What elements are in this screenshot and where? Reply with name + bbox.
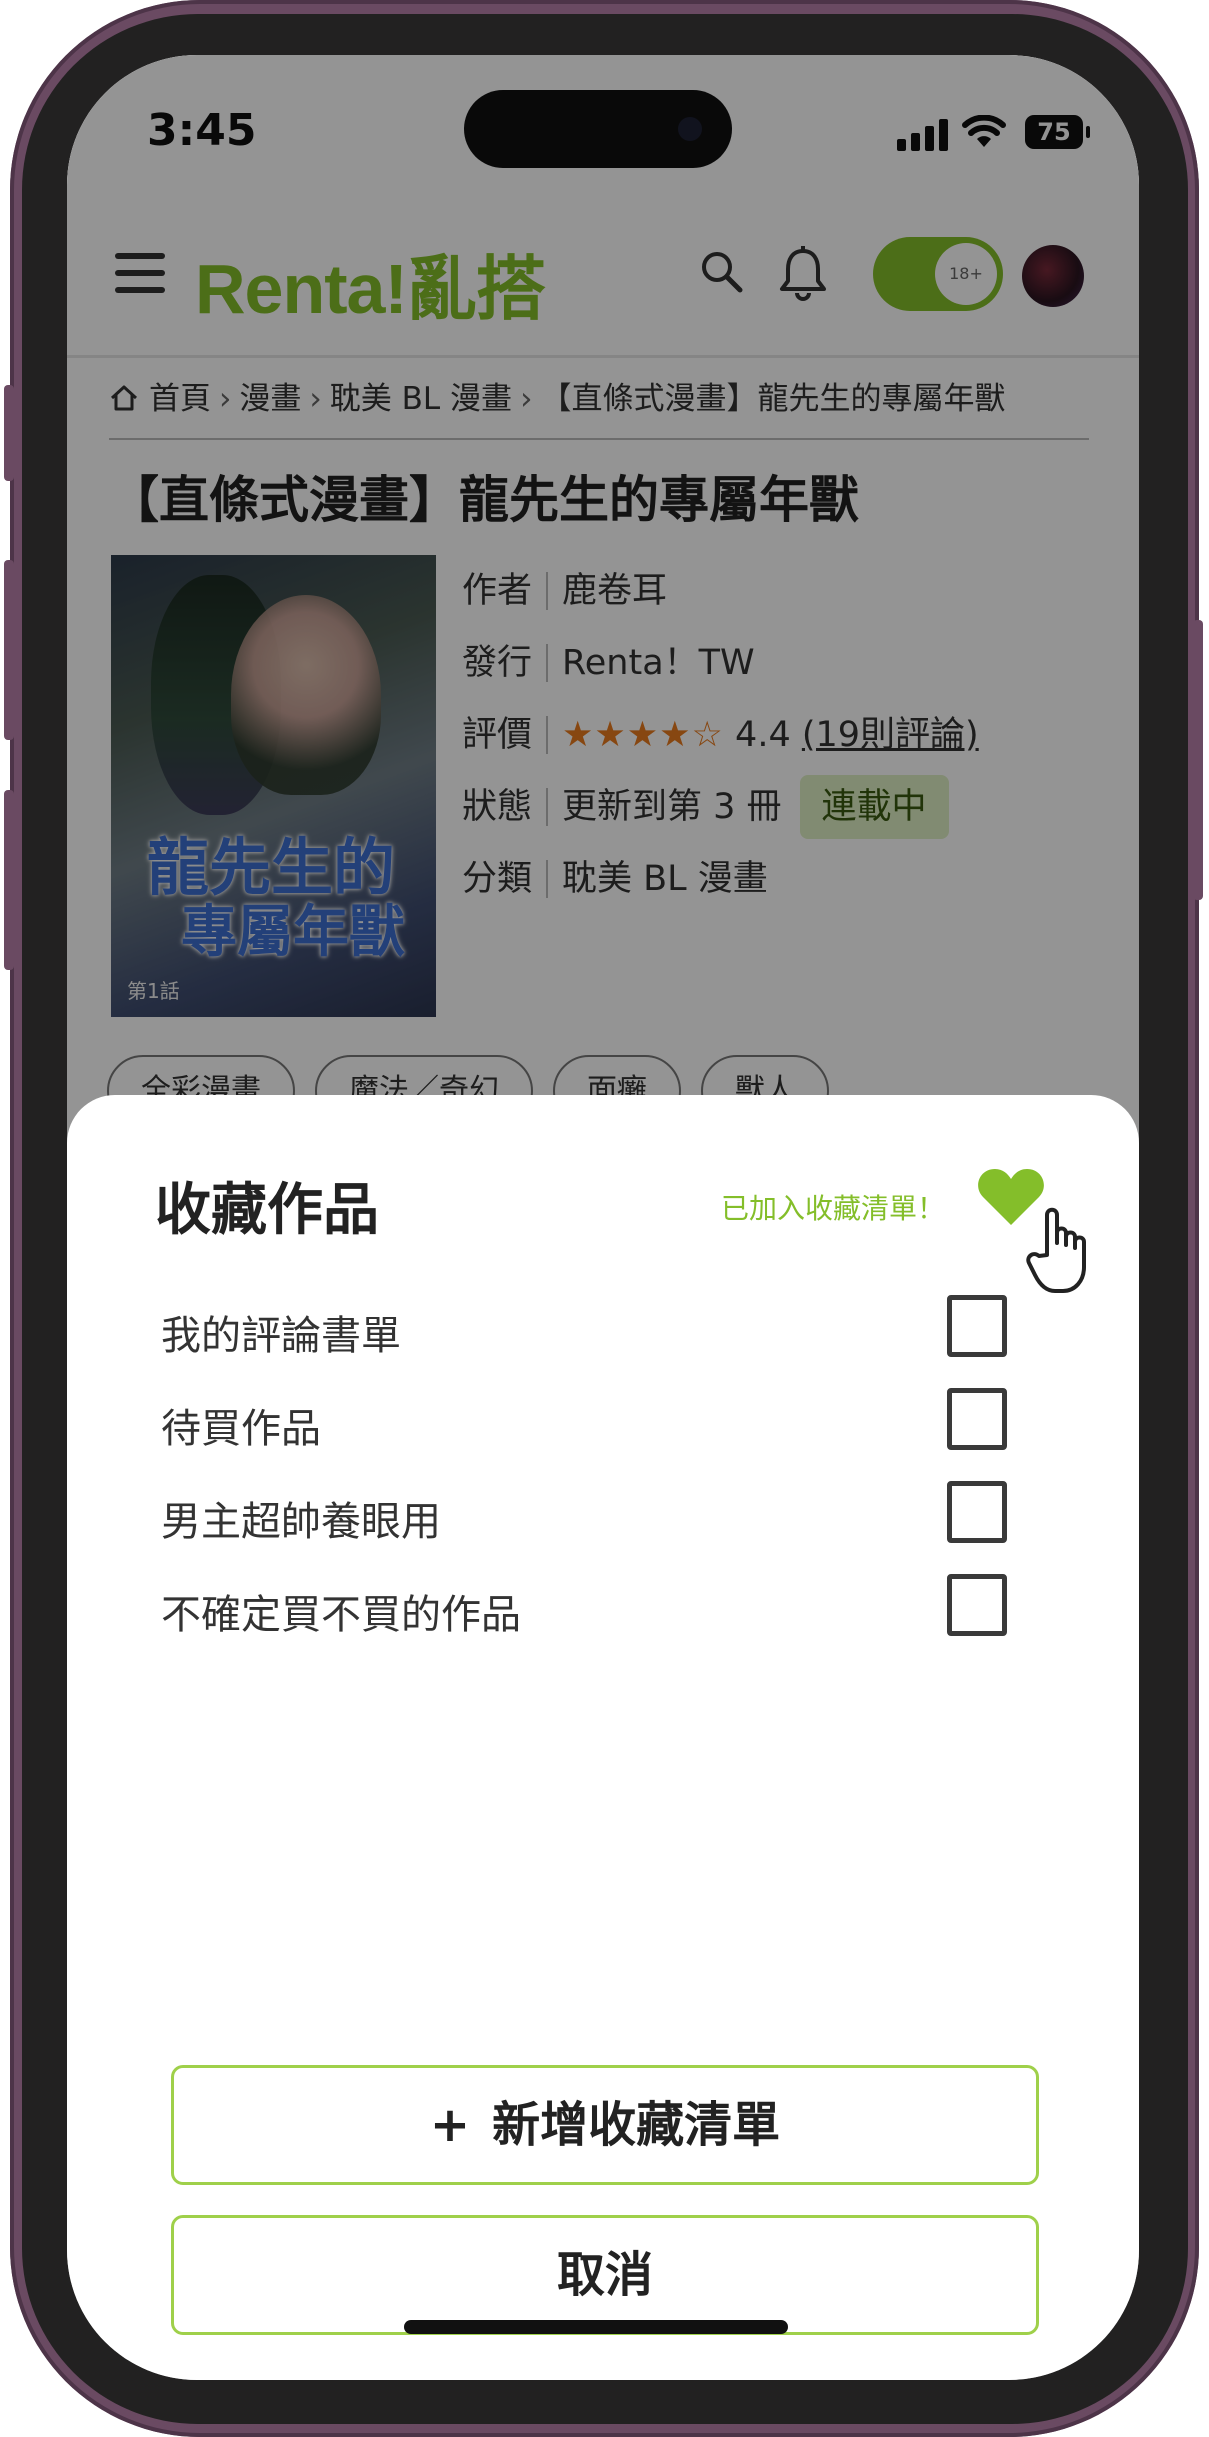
- added-message: 已加入收藏清單！: [721, 1192, 946, 1225]
- collection-checkbox[interactable]: [947, 1295, 1007, 1357]
- phone-side-button: [4, 385, 14, 481]
- pointer-hand-icon: [1026, 1207, 1086, 1293]
- add-collection-button[interactable]: + 新增收藏清單: [171, 2065, 1039, 2185]
- add-collection-label: 新增收藏清單: [492, 2097, 781, 2153]
- cancel-button[interactable]: 取消: [171, 2215, 1039, 2335]
- collection-label: 不確定買不買的作品: [161, 1592, 521, 1638]
- plus-icon: +: [429, 2097, 471, 2153]
- collection-checkbox[interactable]: [947, 1574, 1007, 1636]
- collection-item[interactable]: 男主超帥養眼用: [161, 1481, 1041, 1551]
- home-indicator[interactable]: [404, 2320, 788, 2334]
- collection-label: 男主超帥養眼用: [161, 1499, 441, 1545]
- collection-label: 待買作品: [161, 1406, 321, 1452]
- phone-side-button: [4, 560, 14, 740]
- collection-label: 我的評論書單: [161, 1313, 401, 1359]
- phone-side-button: [4, 790, 14, 970]
- sheet-title: 收藏作品: [155, 1178, 379, 1243]
- favorite-sheet: 收藏作品 已加入收藏清單！ 我的評論書單 待買作品 男主超帥養眼用 不確定買不買…: [67, 1095, 1139, 2380]
- phone-screen: 3:45 75 Renta!亂搭 18+ 首頁 › 漫畫 › 耽美 BL 漫畫 …: [67, 55, 1139, 2380]
- collection-item[interactable]: 我的評論書單: [161, 1295, 1041, 1365]
- collection-checkbox[interactable]: [947, 1388, 1007, 1450]
- cancel-label: 取消: [556, 2247, 653, 2303]
- collection-item[interactable]: 待買作品: [161, 1388, 1041, 1458]
- phone-side-button: [1193, 620, 1203, 900]
- collection-checkbox[interactable]: [947, 1481, 1007, 1543]
- collection-item[interactable]: 不確定買不買的作品: [161, 1574, 1041, 1644]
